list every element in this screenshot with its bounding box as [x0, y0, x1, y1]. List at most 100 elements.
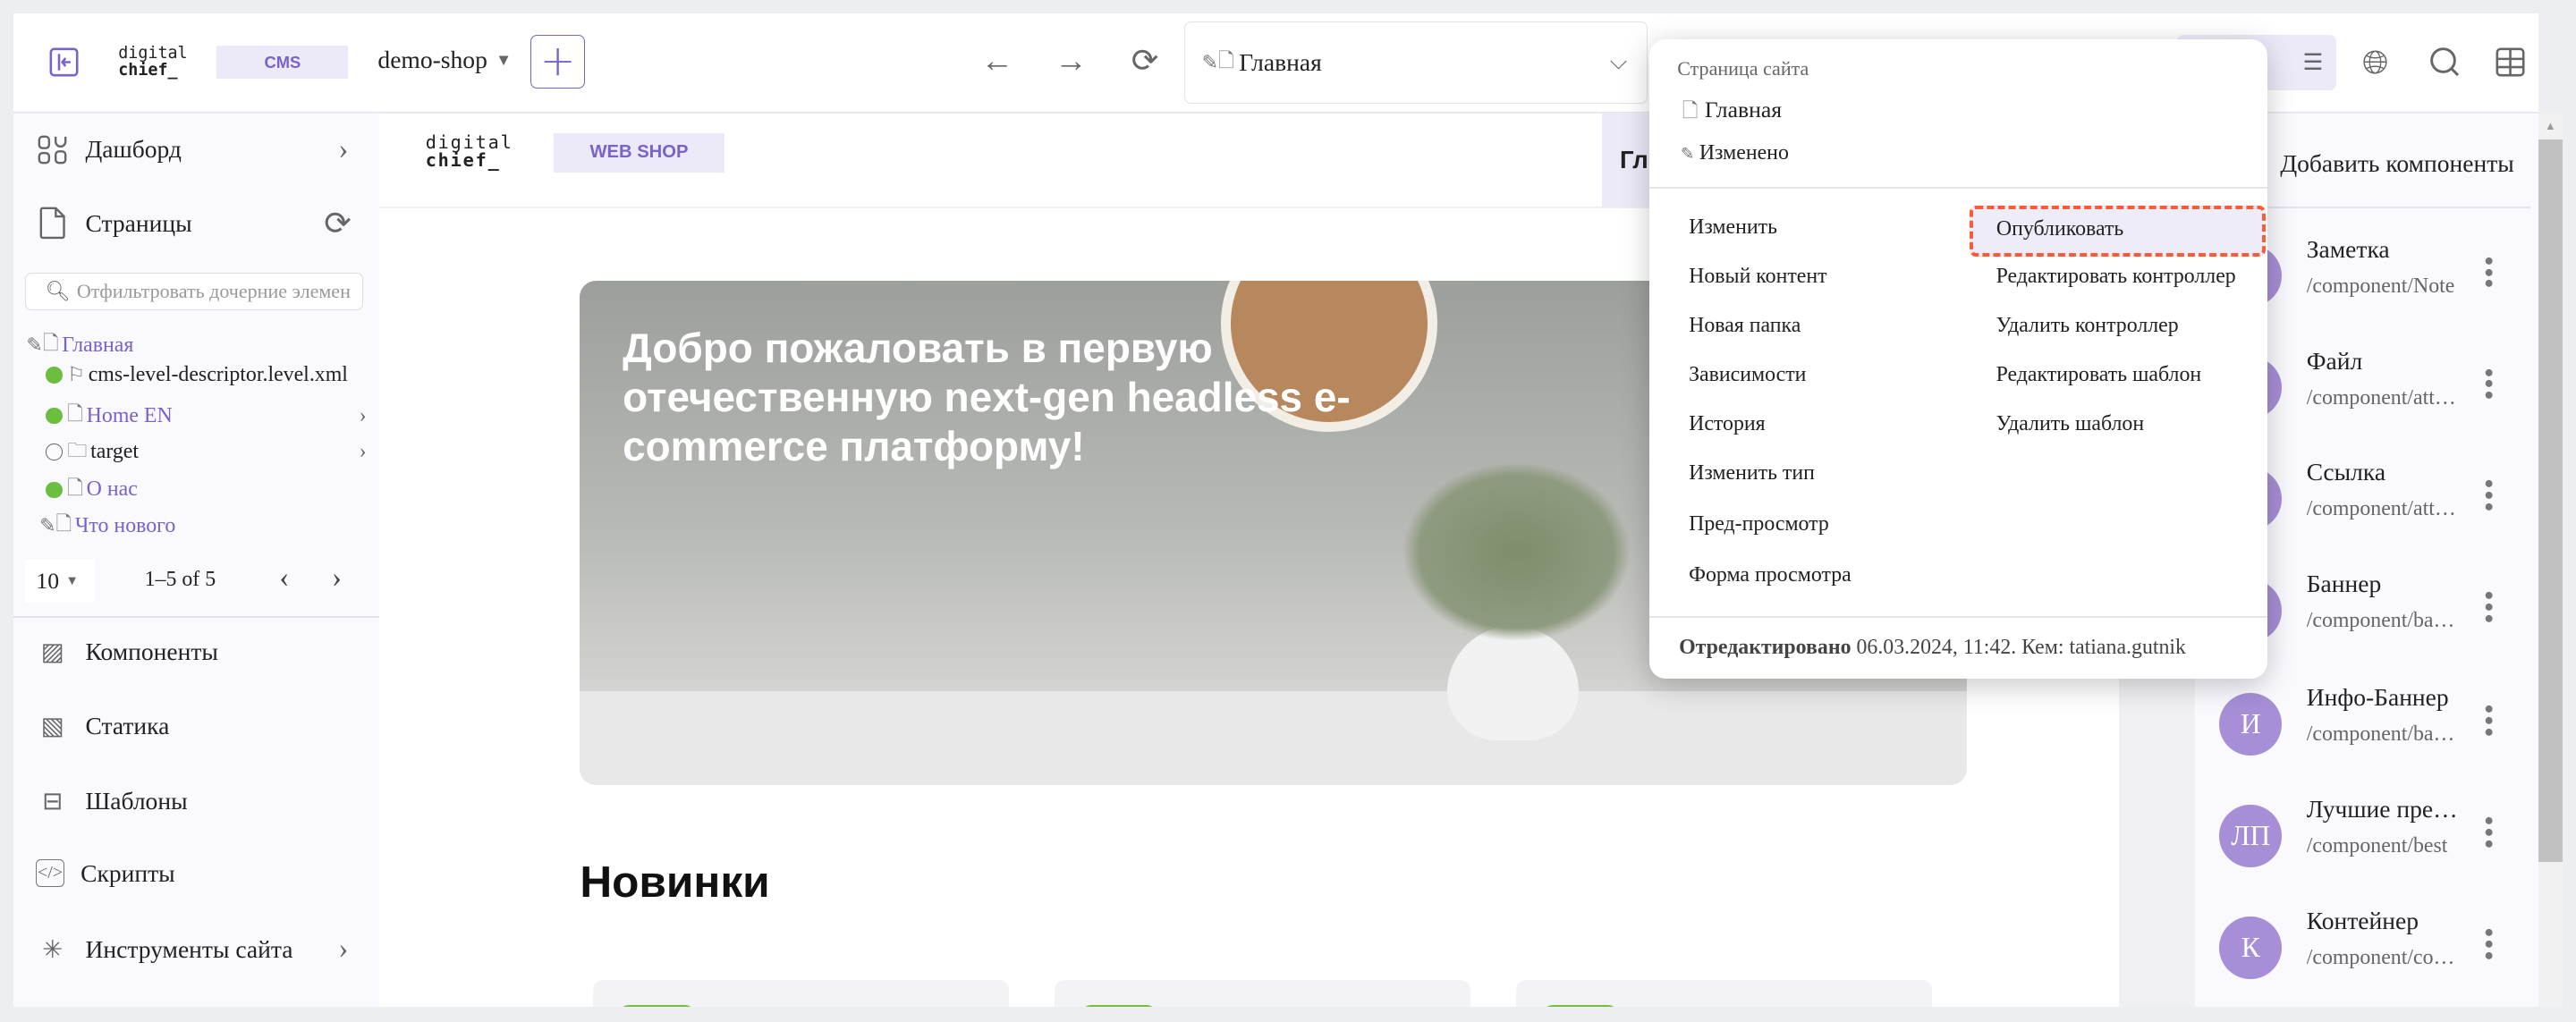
panel-title: Добавить компоненты — [2280, 149, 2514, 178]
more-icon[interactable]: ● ● ● — [2484, 363, 2494, 402]
product-card[interactable] — [1516, 980, 1932, 1007]
menu-page-state: ✎ Изменено — [1680, 140, 1789, 165]
page-icon: 🗋 — [67, 402, 83, 426]
tree-item[interactable]: 🗋 Home EN › — [46, 399, 367, 433]
menu-item-history[interactable]: История — [1689, 412, 1766, 436]
tree-item-label: cms-level-descriptor.level.xml — [88, 362, 348, 386]
page-context-menu: Страница сайта 🗋 Главная ✎ Изменено Измени… — [1649, 39, 2267, 679]
product-card[interactable] — [593, 980, 1009, 1007]
tree-item-label: Главная — [62, 333, 134, 357]
menu-footer: Отредактировано 06.03.2024, 11:42. Кем: … — [1679, 635, 2186, 659]
menu-item-edit-template[interactable]: Редактировать шаблон — [1996, 363, 2202, 387]
code-icon: </> — [36, 858, 64, 888]
more-icon[interactable]: ● ● ● — [2484, 700, 2494, 739]
prev-page-icon[interactable]: ‹ — [279, 562, 289, 595]
search-icon[interactable] — [2425, 43, 2464, 82]
forward-arrow-icon[interactable]: → — [1053, 42, 1089, 79]
collapse-sidebar-icon[interactable] — [46, 45, 81, 80]
scrollbar[interactable]: ▲ — [2538, 113, 2563, 1007]
page-icon: 🗋 — [55, 512, 72, 536]
component-item[interactable]: ЛП Лучшие пре…/component/best ● ● ● — [2195, 795, 2523, 903]
chevron-right-icon[interactable]: › — [360, 440, 367, 464]
menu-item-view-form[interactable]: Форма просмотра — [1689, 563, 1852, 587]
published-status-icon — [46, 408, 63, 425]
menu-item-publish[interactable]: Опубликовать — [1970, 205, 2267, 258]
menu-item-edit[interactable]: Изменить — [1689, 215, 1777, 240]
next-page-icon[interactable]: › — [332, 562, 342, 595]
more-icon[interactable]: ● ● ● — [2484, 475, 2494, 514]
shelf-image — [580, 691, 1967, 785]
sidebar-item-scripts[interactable]: </> Скрипты — [36, 858, 175, 888]
menu-item-edit-controller[interactable]: Редактировать контроллер — [1996, 265, 2236, 289]
more-icon[interactable]: ● ● ● — [2484, 924, 2494, 963]
sidebar-item-templates[interactable]: ⊟ Шаблоны — [36, 785, 187, 818]
tree-item-label: target — [90, 440, 140, 464]
sidebar-item-label: Компоненты — [85, 638, 218, 666]
avatar: И — [2219, 693, 2283, 756]
unpublished-status-icon — [46, 443, 63, 460]
pagination-range: 1–5 of 5 — [144, 568, 216, 592]
page-icon: 🗋 — [42, 332, 59, 355]
tree-item[interactable]: ✎ 🗋 Что нового — [39, 509, 175, 543]
pencil-icon: ✎ — [26, 334, 43, 357]
site-selector[interactable]: demo-shop ▼ — [377, 46, 512, 74]
add-button[interactable]: + — [530, 34, 585, 89]
per-page-select[interactable]: 10 ▼ — [24, 560, 94, 604]
sidebar-item-label: Страницы — [85, 208, 192, 237]
menu-item-delete-template[interactable]: Удалить шаблон — [1996, 412, 2145, 436]
template-icon: ⊟ — [42, 787, 64, 815]
menu-item-preview[interactable]: Пред-просмотр — [1689, 512, 1829, 536]
globe-publish-icon[interactable]: 🌐︎ — [2356, 43, 2395, 82]
published-status-icon — [46, 367, 63, 384]
caret-down-icon: ▼ — [65, 573, 79, 588]
sidebar-item-pages[interactable]: Страницы ⟳ — [36, 205, 352, 241]
more-icon[interactable]: ● ● ● — [2484, 251, 2494, 291]
menu-item-new-content[interactable]: Новый контент — [1689, 265, 1826, 289]
menu-item-new-folder[interactable]: Новая папка — [1689, 314, 1801, 338]
sidebar-item-site-tools[interactable]: ✳ Инструменты сайта › — [36, 933, 348, 966]
new-tag — [619, 1005, 695, 1007]
menu-item-dependencies[interactable]: Зависимости — [1689, 363, 1806, 387]
menu-item-change-type[interactable]: Изменить тип — [1689, 461, 1815, 486]
product-card[interactable] — [1055, 980, 1470, 1007]
menu-item-delete-controller[interactable]: Удалить контроллер — [1996, 314, 2179, 338]
tree-item[interactable]: ✎ 🗋 Главная — [26, 328, 133, 362]
grid-icon[interactable] — [2490, 43, 2529, 82]
chevron-down-icon: ⌵ — [1609, 48, 1628, 75]
caret-down-icon: ▼ — [496, 50, 513, 69]
sidebar: Дашборд › Страницы ⟳ 🔍︎ Отфильтровать до… — [13, 113, 380, 1007]
hero-text: Добро пожаловать в первую отечественную … — [623, 324, 1351, 469]
sidebar-item-static[interactable]: ▧ Статика — [36, 709, 170, 742]
avatar: К — [2219, 916, 2283, 979]
chevron-right-icon[interactable]: › — [360, 404, 367, 428]
sidebar-item-label: Скрипты — [80, 858, 175, 887]
scrollbar-thumb[interactable] — [2538, 139, 2563, 863]
divider — [1649, 615, 2267, 618]
folder-icon: 🗀 — [67, 438, 88, 461]
component-item[interactable]: ККонтейнер/component/container●●● — [2195, 907, 2523, 1015]
filter-input[interactable]: 🔍︎ Отфильтровать дочерние элемен — [24, 272, 364, 311]
sidebar-item-dashboard[interactable]: Дашборд › — [36, 133, 348, 166]
list-icon[interactable]: ☰ — [2301, 47, 2325, 77]
tree-item-label: Home EN — [86, 403, 173, 427]
page-selector[interactable]: ✎ 🗋 Главная ⌵ — [1184, 21, 1648, 104]
back-arrow-icon[interactable]: ← — [979, 42, 1015, 79]
sidebar-item-label: Дашборд — [85, 135, 182, 164]
sidebar-item-components[interactable]: ▨ Компоненты — [36, 636, 218, 669]
scroll-up-icon[interactable]: ▲ — [2545, 120, 2556, 133]
more-icon[interactable]: ● ● ● — [2484, 812, 2494, 851]
tree-item[interactable]: ⚐ cms-level-descriptor.level.xml — [46, 363, 348, 387]
pencil-icon: ✎ — [1201, 50, 1219, 73]
plant-image — [1401, 461, 1631, 643]
logo: digital chief_ — [118, 44, 188, 80]
refresh-icon[interactable]: ⟳ — [324, 204, 352, 242]
image-icon: ▧ — [40, 711, 64, 739]
refresh-icon[interactable]: ⟳ — [1127, 42, 1163, 79]
tree-item[interactable]: 🗋 О нас — [46, 473, 138, 507]
component-item[interactable]: И Инфо-Баннер/component/banner ● ● ● — [2195, 683, 2523, 791]
divider — [1649, 187, 2267, 190]
more-icon[interactable]: ● ● ● — [2484, 587, 2494, 626]
new-tag — [1080, 1005, 1157, 1007]
pencil-icon: ✎ — [1680, 144, 1695, 163]
tree-item[interactable]: 🗀 target › — [46, 435, 367, 469]
